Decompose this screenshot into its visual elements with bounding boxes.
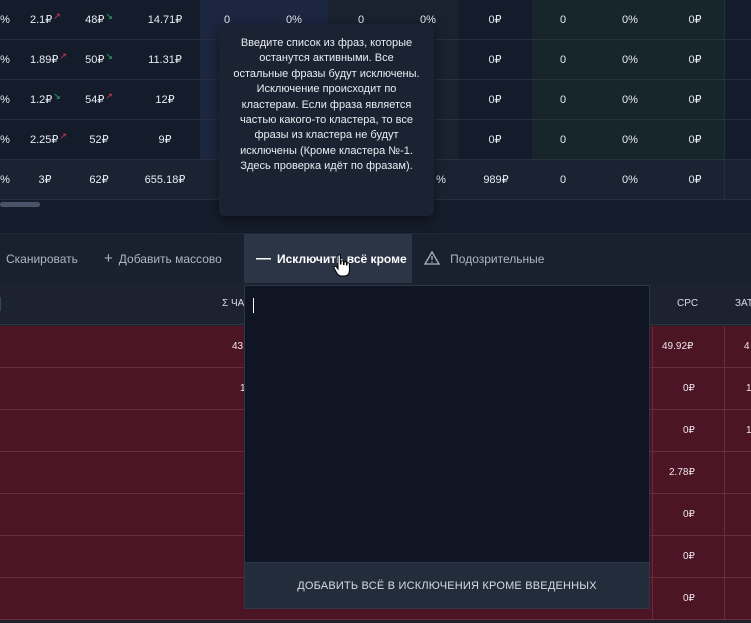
suspicious-button[interactable]: Подозрительные [423, 234, 545, 284]
table-cell: % [0, 134, 10, 146]
table-cell: % [0, 94, 10, 106]
table-cell: 0₽ [683, 383, 695, 394]
table-cell: 0% [622, 94, 638, 106]
column-header-cost[interactable]: ЗАТ [735, 283, 751, 325]
table-cell: 2.1₽↗ [30, 11, 61, 26]
phrases-textarea[interactable] [245, 286, 649, 562]
exclude-all-except-button[interactable]: — Исключить всё кроме [244, 234, 412, 284]
table-cell: % [0, 54, 10, 66]
table-cell: 54₽↗ [85, 91, 113, 106]
toolbar: Сканировать + Добавить массово — Исключить… [0, 233, 751, 284]
table-cell: % [0, 174, 10, 186]
help-tooltip: Введите список из фраз, которые останутс… [219, 24, 434, 216]
table-cell: 0₽ [688, 54, 702, 66]
table-cell: 0₽ [688, 174, 702, 186]
scan-button[interactable]: Сканировать [6, 234, 78, 284]
add-bulk-label: Добавить массово [118, 252, 222, 266]
minus-icon: — [256, 250, 271, 267]
table-cell: 0₽ [683, 593, 695, 604]
table-cell: 0 [559, 14, 567, 26]
table-cell: 0₽ [488, 14, 502, 26]
table-cell: 52₽ [89, 134, 109, 146]
table-cell: 2.78₽ [669, 467, 695, 478]
table-cell: 62₽ [89, 174, 109, 186]
table-cell: 0₽ [488, 94, 502, 106]
column-header-cpc[interactable]: CPC [677, 283, 698, 325]
table-cell: 43 [232, 341, 244, 352]
add-all-to-exclusions-button[interactable]: ДОБАВИТЬ ВСЁ В ИСКЛЮЧЕНИЯ КРОМЕ ВВЕДЕННЫ… [245, 562, 649, 608]
table-cell: 4 [744, 341, 750, 352]
add-bulk-button[interactable]: + Добавить массово [104, 234, 222, 284]
table-cell: 0 [559, 94, 567, 106]
suspicious-label: Подозрительные [450, 252, 545, 266]
table-cell: 0₽ [488, 54, 502, 66]
table-cell: 9₽ [158, 134, 172, 146]
trend-up-icon: ↗ [59, 51, 67, 61]
text-caret [253, 298, 254, 313]
trend-down-icon: ↘ [105, 11, 113, 21]
table-cell: % [0, 14, 10, 26]
trend-down-icon: ↘ [53, 91, 61, 101]
scan-button-label: Сканировать [6, 252, 78, 266]
trend-up-icon: ↗ [53, 11, 61, 21]
table-cell: 0% [622, 134, 638, 146]
table-cell: 0₽ [683, 425, 695, 436]
table-cell: 0₽ [488, 134, 502, 146]
table-cell: 2.25₽↗ [30, 131, 67, 146]
table-cell: 989₽ [483, 174, 509, 186]
table-cell: 0% [622, 174, 638, 186]
plus-icon: + [104, 250, 113, 267]
table-cell: 1.2₽↘ [30, 91, 61, 106]
table-cell: 0₽ [688, 94, 702, 106]
table-cell: 48₽↘ [85, 11, 113, 26]
table-cell: 0 [559, 134, 567, 146]
trend-up-icon: ↗ [105, 91, 113, 101]
table-cell: 0₽ [688, 134, 702, 146]
table-cell: % [436, 174, 446, 186]
column-header-sum[interactable]: Σ ЧА [222, 283, 244, 325]
table-cell: 0₽ [683, 509, 695, 520]
trend-down-icon: ↘ [105, 51, 113, 61]
table-cell: 1 [746, 425, 751, 436]
table-cell: 3₽ [38, 174, 52, 186]
table-cell: 0₽ [688, 14, 702, 26]
table-cell: 11.31₽ [148, 54, 182, 66]
table-cell: 0₽ [683, 551, 695, 562]
warning-icon [423, 250, 444, 267]
table-cell: 0 [559, 54, 567, 66]
table-cell: 50₽↘ [85, 51, 113, 66]
trend-up-icon: ↗ [59, 131, 67, 141]
table-cell: 12₽ [155, 94, 175, 106]
table-cell: 1 [746, 383, 751, 394]
exclude-all-except-popover: ДОБАВИТЬ ВСЁ В ИСКЛЮЧЕНИЯ КРОМЕ ВВЕДЕННЫ… [244, 285, 650, 609]
table-cell: 0% [622, 14, 638, 26]
table-cell: 0 [559, 174, 567, 186]
table-cell: 49.92₽ [662, 341, 694, 352]
table-cell: 14.71₽ [147, 14, 183, 26]
table-cell: 655.18₽ [144, 174, 186, 186]
table-cell: 0% [622, 54, 638, 66]
table-cell: 1.89₽↗ [30, 51, 67, 66]
scrollbar-thumb[interactable] [0, 202, 40, 207]
divider [724, 0, 725, 200]
hand-cursor-icon [333, 254, 351, 283]
